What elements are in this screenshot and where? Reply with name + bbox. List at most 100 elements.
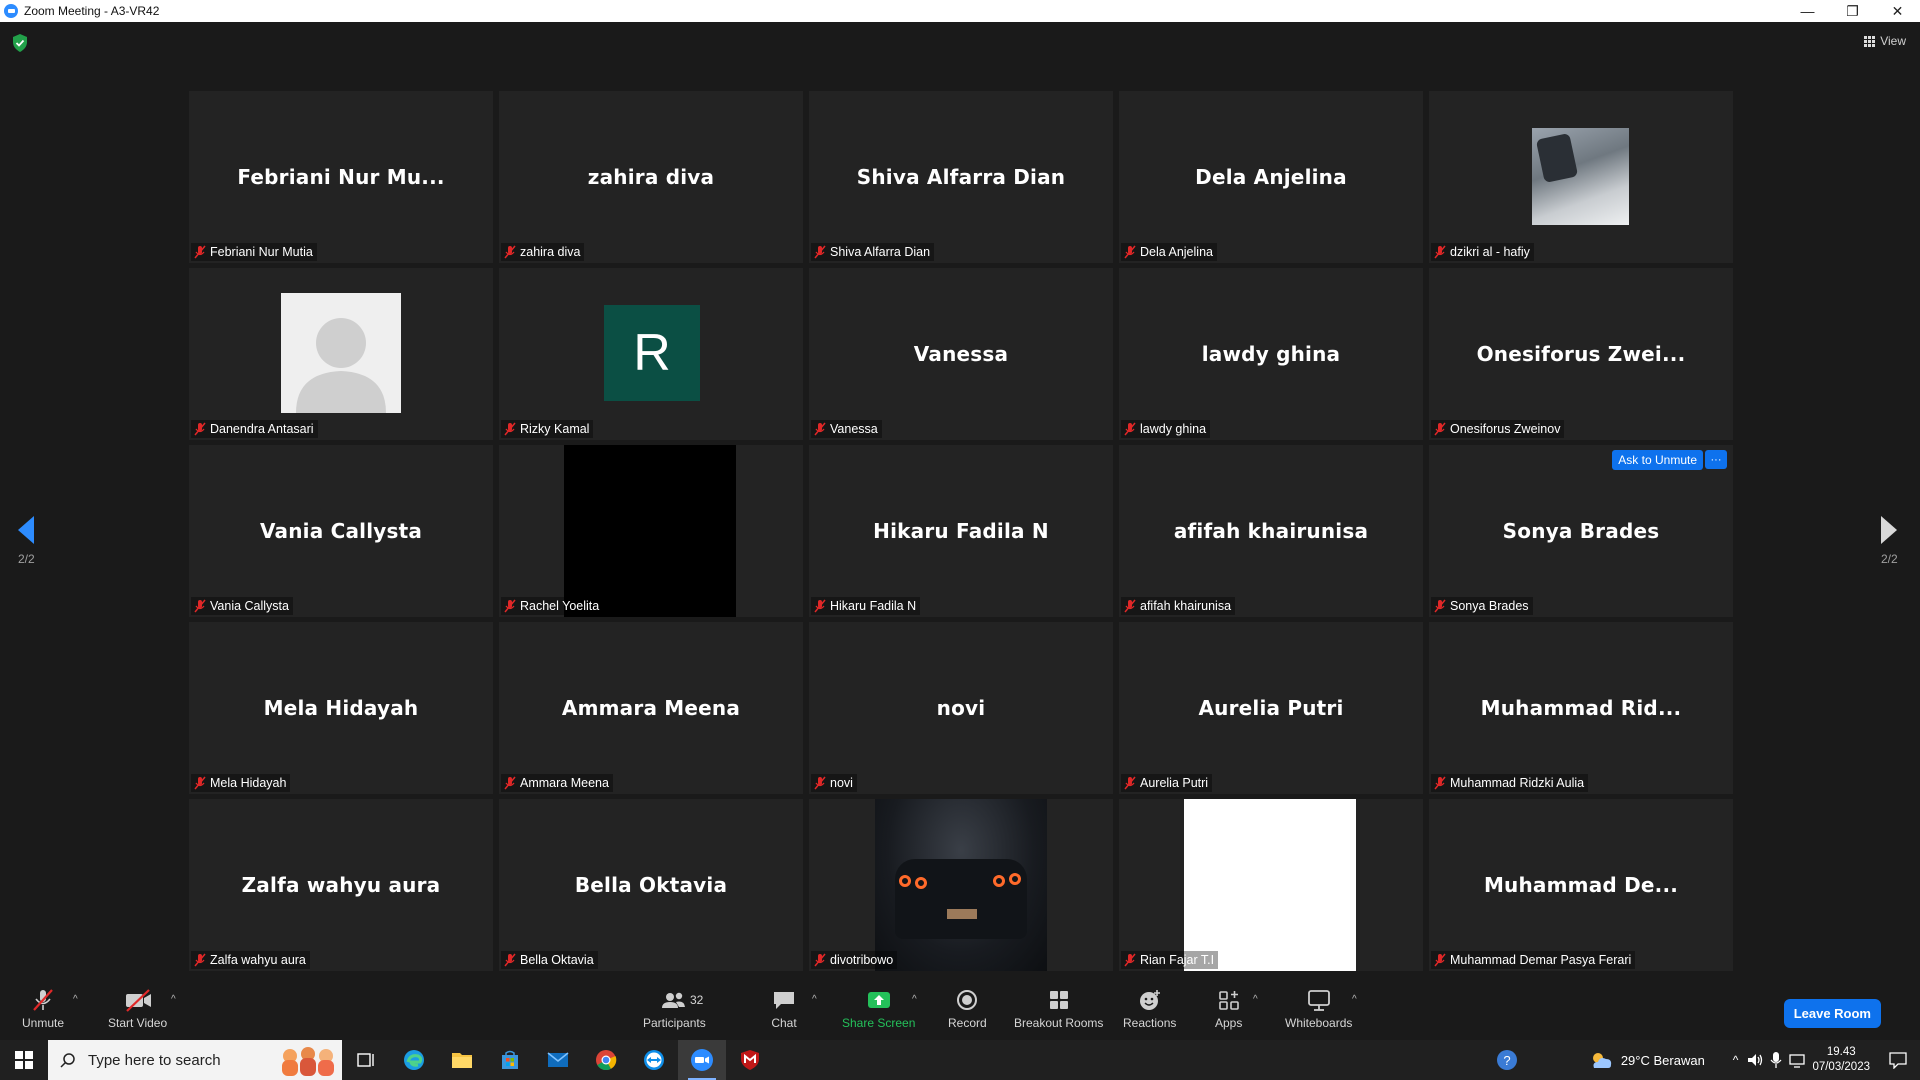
start-button[interactable]	[0, 1040, 48, 1080]
video-off-icon	[125, 989, 151, 1012]
teamviewer-app-button[interactable]	[630, 1040, 678, 1080]
tray-overflow-caret[interactable]: ^	[1733, 1053, 1739, 1067]
participant-display-name: Sonya Brades	[1502, 519, 1660, 543]
participant-name: Zalfa wahyu aura	[210, 953, 306, 967]
apps-options-caret[interactable]: ^	[1253, 994, 1258, 1005]
participant-display-name: novi	[936, 696, 986, 720]
microphone-tray-icon[interactable]	[1770, 1051, 1782, 1069]
share-options-caret[interactable]: ^	[912, 994, 917, 1005]
participant-tile[interactable]: Vanessa Vanessa	[809, 268, 1113, 440]
audio-options-caret[interactable]: ^	[73, 994, 78, 1005]
taskbar-search[interactable]: Type here to search	[48, 1040, 342, 1080]
participant-name: Febriani Nur Mutia	[210, 245, 313, 259]
participant-tile[interactable]: dzikri al - hafiy	[1429, 91, 1733, 263]
edge-app-button[interactable]	[390, 1040, 438, 1080]
previous-page-button[interactable]: 2/2	[18, 516, 35, 566]
participant-tile[interactable]: Onesiforus Zwei... Onesiforus Zweinov	[1429, 268, 1733, 440]
participant-tile[interactable]: zahira diva zahira diva	[499, 91, 803, 263]
muted-mic-icon	[1434, 245, 1446, 259]
participant-tile[interactable]: Ask to Unmute ··· Sonya Brades Sonya Bra…	[1429, 445, 1733, 617]
video-options-caret[interactable]: ^	[171, 994, 176, 1005]
participant-tile[interactable]: Dela Anjelina Dela Anjelina	[1119, 91, 1423, 263]
view-button[interactable]: View	[1864, 34, 1906, 48]
start-video-button[interactable]: Start Video	[108, 988, 167, 1030]
participant-tile[interactable]: Rian Fajar T.I	[1119, 799, 1423, 971]
participant-tile[interactable]: Danendra Antasari	[189, 268, 493, 440]
weather-text[interactable]: 29°C Berawan	[1621, 1053, 1705, 1068]
participant-label: Bella Oktavia	[501, 951, 598, 969]
participant-tile[interactable]: Shiva Alfarra Dian Shiva Alfarra Dian	[809, 91, 1113, 263]
help-icon[interactable]: ?	[1495, 1048, 1519, 1072]
chrome-app-button[interactable]	[582, 1040, 630, 1080]
participant-tile[interactable]: Rachel Yoelita	[499, 445, 803, 617]
participant-tile[interactable]: R Rizky Kamal	[499, 268, 803, 440]
participant-name: novi	[830, 776, 853, 790]
participant-tile[interactable]: Vania Callysta Vania Callysta	[189, 445, 493, 617]
participant-tile[interactable]: afifah khairunisa afifah khairunisa	[1119, 445, 1423, 617]
participant-tile[interactable]: Ammara Meena Ammara Meena	[499, 622, 803, 794]
participant-name: Rian Fajar T.I	[1140, 953, 1215, 967]
close-button[interactable]: ✕	[1875, 0, 1920, 22]
participant-tile[interactable]: Zalfa wahyu aura Zalfa wahyu aura	[189, 799, 493, 971]
muted-mic-icon	[194, 245, 206, 259]
chat-options-caret[interactable]: ^	[812, 994, 817, 1005]
view-label: View	[1880, 34, 1906, 48]
chat-button[interactable]: Chat	[771, 988, 797, 1030]
participant-tile[interactable]: Hikaru Fadila N Hikaru Fadila N	[809, 445, 1113, 617]
next-page-button[interactable]: 2/2	[1881, 516, 1898, 566]
task-view-button[interactable]	[342, 1040, 390, 1080]
windows-taskbar: Type here to search ? 29°C Berawan ^ 19.…	[0, 1040, 1920, 1080]
encryption-shield-icon[interactable]	[12, 34, 28, 52]
volume-icon[interactable]	[1746, 1052, 1764, 1068]
notifications-icon[interactable]	[1888, 1051, 1908, 1069]
zoom-app-button[interactable]	[678, 1040, 726, 1080]
participant-tile[interactable]: Febriani Nur Mu... Febriani Nur Mutia	[189, 91, 493, 263]
participant-label: Onesiforus Zweinov	[1431, 420, 1565, 438]
participant-tile[interactable]: novi novi	[809, 622, 1113, 794]
participant-tile[interactable]: Muhammad Rid... Muhammad Ridzki Aulia	[1429, 622, 1733, 794]
taskbar-clock[interactable]: 19.43 07/03/2023	[1812, 1045, 1870, 1075]
leave-room-button[interactable]: Leave Room	[1783, 999, 1881, 1028]
mail-app-button[interactable]	[534, 1040, 582, 1080]
restore-button[interactable]: ❐	[1830, 0, 1875, 22]
record-button[interactable]: Record	[948, 988, 987, 1030]
participant-label: Ammara Meena	[501, 774, 613, 792]
participant-name: Shiva Alfarra Dian	[830, 245, 931, 259]
participant-label: dzikri al - hafiy	[1431, 243, 1534, 261]
unmute-button[interactable]: Unmute	[22, 988, 64, 1030]
participant-video	[1184, 799, 1356, 971]
whiteboards-button[interactable]: Whiteboards	[1285, 988, 1352, 1030]
network-icon[interactable]	[1788, 1052, 1806, 1068]
profile-photo	[1532, 128, 1629, 225]
participant-tile[interactable]: Muhammad De... Muhammad Demar Pasya Fera…	[1429, 799, 1733, 971]
file-explorer-button[interactable]	[438, 1040, 486, 1080]
participant-tile[interactable]: divotribowo	[809, 799, 1113, 971]
whiteboards-options-caret[interactable]: ^	[1352, 994, 1357, 1005]
apps-button[interactable]: Apps	[1215, 988, 1242, 1030]
breakout-rooms-button[interactable]: Breakout Rooms	[1014, 988, 1103, 1030]
unmute-label: Unmute	[22, 1016, 65, 1030]
participant-display-name: Aurelia Putri	[1198, 696, 1344, 720]
participant-tile[interactable]: Bella Oktavia Bella Oktavia	[499, 799, 803, 971]
participant-tile[interactable]: Mela Hidayah Mela Hidayah	[189, 622, 493, 794]
system-tray: ? 29°C Berawan ^ 19.43 07/03/2023	[1495, 1040, 1920, 1080]
mcafee-app-button[interactable]	[726, 1040, 774, 1080]
mail-icon	[547, 1052, 569, 1067]
participant-label: divotribowo	[811, 951, 898, 969]
breakout-rooms-label: Breakout Rooms	[1014, 1016, 1104, 1030]
share-screen-button[interactable]: Share Screen	[842, 988, 915, 1030]
store-app-button[interactable]	[486, 1040, 534, 1080]
participants-count: 32	[690, 993, 704, 1007]
participant-name: Muhammad Ridzki Aulia	[1450, 776, 1585, 790]
muted-mic-icon	[504, 599, 516, 613]
minimize-button[interactable]: —	[1785, 0, 1830, 22]
participant-label: Rian Fajar T.I	[1121, 951, 1219, 969]
participant-tile[interactable]: Aurelia Putri Aurelia Putri	[1119, 622, 1423, 794]
participant-label: Danendra Antasari	[191, 420, 318, 438]
muted-mic-icon	[194, 422, 206, 436]
participant-tile[interactable]: lawdy ghina lawdy ghina	[1119, 268, 1423, 440]
participant-display-name: Febriani Nur Mu...	[237, 165, 445, 189]
participant-name: Danendra Antasari	[210, 422, 314, 436]
reactions-button[interactable]: Reactions	[1123, 988, 1176, 1030]
participant-display-name: Hikaru Fadila N	[873, 519, 1049, 543]
